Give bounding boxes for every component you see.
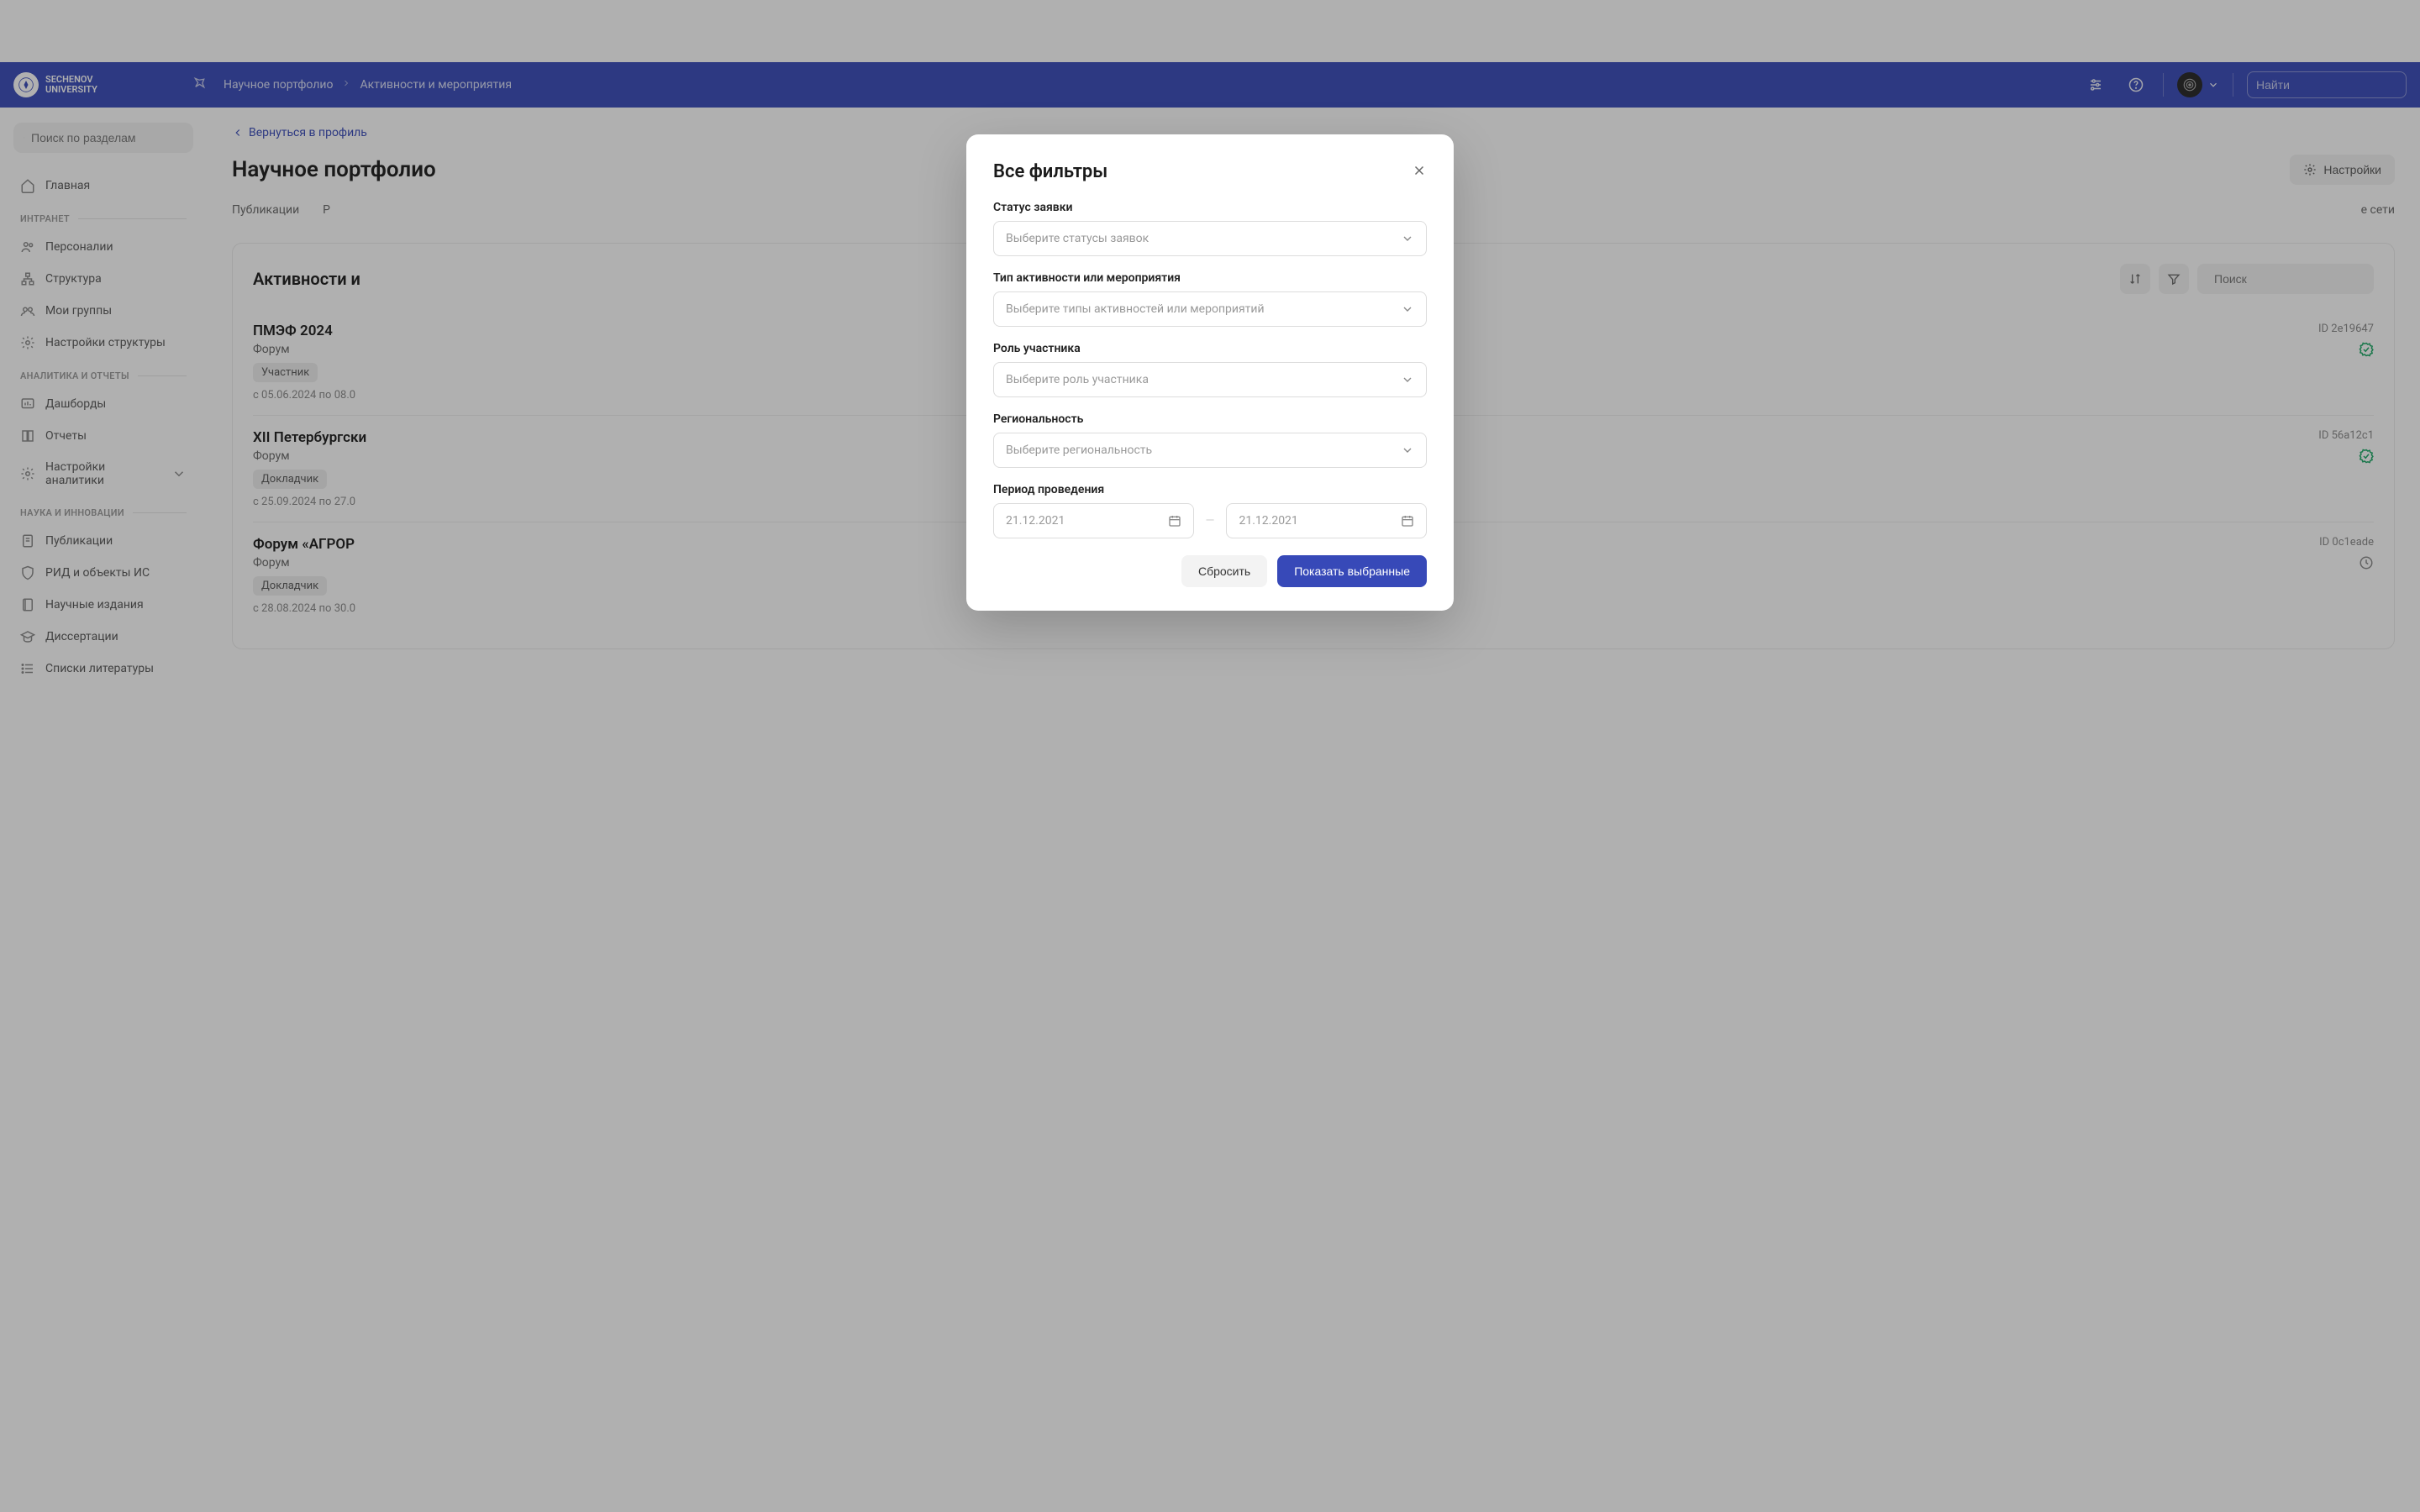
- chevron-down-icon: [1401, 373, 1414, 386]
- region-label: Региональность: [993, 412, 1427, 426]
- role-label: Роль участника: [993, 342, 1427, 355]
- chevron-down-icon: [1401, 302, 1414, 316]
- select-placeholder: Выберите региональность: [1006, 444, 1152, 457]
- reset-button[interactable]: Сбросить: [1181, 555, 1267, 587]
- date-from-input[interactable]: 21.12.2021: [993, 503, 1194, 538]
- range-dash: —: [1206, 514, 1215, 528]
- region-select[interactable]: Выберите региональность: [993, 433, 1427, 468]
- chevron-down-icon: [1401, 232, 1414, 245]
- modal-title: Все фильтры: [993, 161, 1107, 182]
- close-button[interactable]: [1412, 163, 1427, 181]
- type-label: Тип активности или мероприятия: [993, 271, 1427, 285]
- period-label: Период проведения: [993, 483, 1427, 496]
- modal-overlay[interactable]: Все фильтры Статус заявки Выберите стату…: [0, 0, 2420, 1512]
- calendar-icon: [1401, 514, 1414, 528]
- date-placeholder: 21.12.2021: [1239, 514, 1297, 528]
- chevron-down-icon: [1401, 444, 1414, 457]
- apply-button[interactable]: Показать выбранные: [1277, 555, 1427, 587]
- status-label: Статус заявки: [993, 201, 1427, 214]
- date-to-input[interactable]: 21.12.2021: [1226, 503, 1427, 538]
- close-icon: [1412, 163, 1427, 178]
- filters-modal: Все фильтры Статус заявки Выберите стату…: [966, 134, 1454, 611]
- date-placeholder: 21.12.2021: [1006, 514, 1065, 528]
- type-select[interactable]: Выберите типы активностей или мероприяти…: [993, 291, 1427, 327]
- status-select[interactable]: Выберите статусы заявок: [993, 221, 1427, 256]
- select-placeholder: Выберите типы активностей или мероприяти…: [1006, 302, 1265, 316]
- select-placeholder: Выберите роль участника: [1006, 373, 1149, 386]
- role-select[interactable]: Выберите роль участника: [993, 362, 1427, 397]
- calendar-icon: [1168, 514, 1181, 528]
- select-placeholder: Выберите статусы заявок: [1006, 232, 1149, 245]
